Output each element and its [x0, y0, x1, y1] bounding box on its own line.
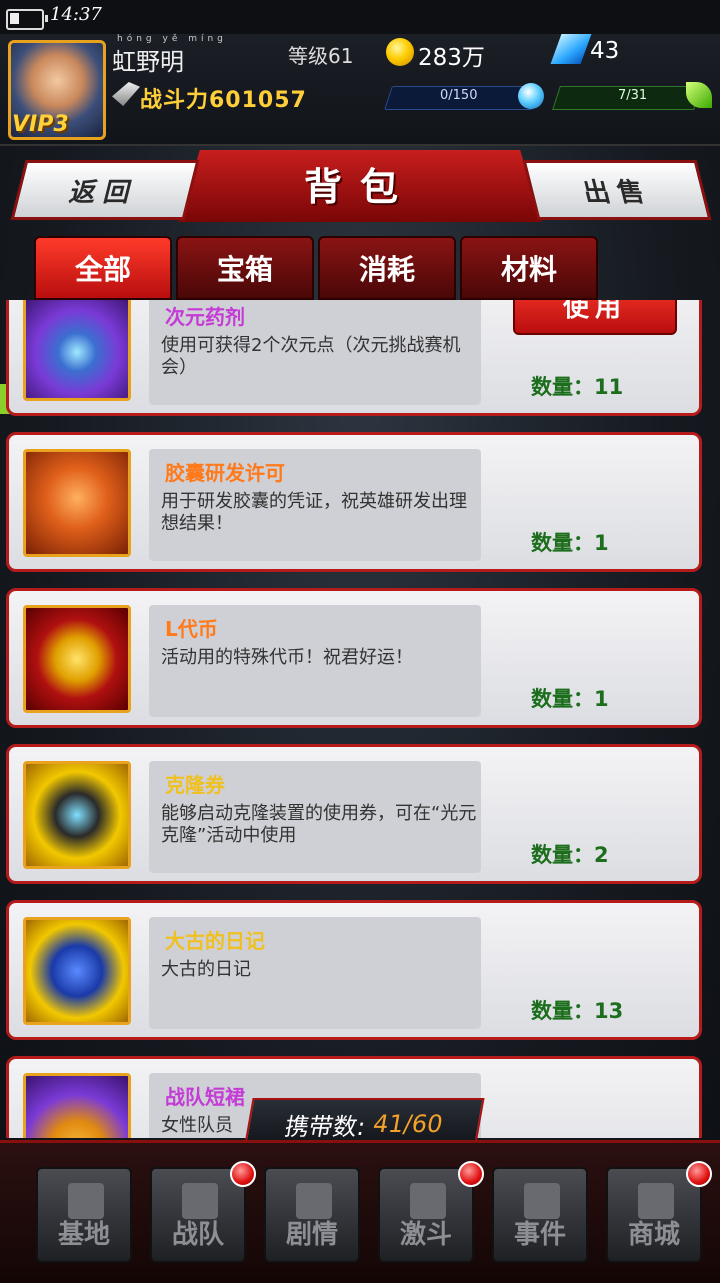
- page-header: 背包 返回 出售: [0, 146, 720, 230]
- item-name: L代币: [165, 617, 218, 641]
- carry-label: 携带数:: [282, 1112, 368, 1141]
- sell-label: 出售: [579, 177, 656, 208]
- tab-bar: 全部 宝箱 消耗 材料: [34, 236, 598, 300]
- sell-button[interactable]: 出售: [522, 160, 712, 220]
- clone-ticket-icon[interactable]: [23, 761, 131, 869]
- item-name: 胶囊研发许可: [165, 461, 285, 485]
- clock: 14:37: [50, 4, 102, 25]
- list-item: 大古的日记 大古的日记 数量：13: [6, 900, 702, 1040]
- nav-base[interactable]: 基地: [36, 1167, 132, 1263]
- nav-story[interactable]: 剧情: [264, 1167, 360, 1263]
- bottom-nav: 基地 战队 剧情 激斗 事件 商城: [0, 1140, 720, 1283]
- l-coin-icon[interactable]: [23, 605, 131, 713]
- item-qty: 数量：1: [531, 687, 609, 711]
- list-item: L代币 活动用的特殊代币！祝君好运！ 数量：1: [6, 588, 702, 728]
- potion-icon[interactable]: [23, 300, 131, 401]
- energy-orb-icon[interactable]: [518, 83, 544, 109]
- item-desc: 用于研发胶囊的凭证，祝英雄研发出理想结果！: [161, 491, 467, 534]
- diamond-value: 43: [590, 38, 620, 64]
- item-qty: 数量：11: [531, 375, 624, 399]
- use-button[interactable]: 使用: [513, 300, 677, 335]
- diary-book-icon[interactable]: [23, 917, 131, 1025]
- nav-label: 商城: [627, 1220, 680, 1250]
- gold-value: 283万: [418, 45, 485, 71]
- item-desc: 能够启动克隆装置的使用券，可在“光元克隆”活动中使用: [161, 803, 477, 846]
- card-icon[interactable]: [23, 449, 131, 557]
- tab-consumable[interactable]: 消耗: [318, 236, 456, 300]
- nav-label: 事件: [513, 1220, 566, 1250]
- back-button[interactable]: 返回: [10, 160, 200, 220]
- item-name: 克隆券: [165, 773, 225, 797]
- item-qty: 数量：13: [531, 999, 624, 1023]
- item-desc: 大古的日记: [161, 959, 251, 980]
- item-name: 战队短裙: [165, 1085, 245, 1109]
- list-item: 胶囊研发许可 用于研发胶囊的凭证，祝英雄研发出理想结果！ 数量：1: [6, 432, 702, 572]
- skirt-icon[interactable]: [23, 1073, 131, 1138]
- stamina-text: 7/31: [618, 88, 648, 103]
- nav-event[interactable]: 事件: [492, 1167, 588, 1263]
- item-name: 大古的日记: [165, 929, 265, 953]
- item-qty: 数量：1: [531, 531, 609, 555]
- list-item: 次元药剂 使用可获得2个次元点（次元挑战赛机会） 使用 数量：11: [6, 300, 702, 416]
- nav-label: 激斗: [399, 1220, 452, 1250]
- item-desc: 使用可获得2个次元点（次元挑战赛机会）: [161, 335, 461, 378]
- item-list[interactable]: 次元药剂 使用可获得2个次元点（次元挑战赛机会） 使用 数量：11 胶囊研发许可…: [0, 300, 720, 1138]
- nav-label: 剧情: [285, 1220, 338, 1250]
- exp-text: 0/150: [440, 88, 478, 103]
- player-name: 虹野明: [112, 48, 184, 76]
- notification-dot: [458, 1161, 484, 1187]
- player-level: 等级61: [288, 44, 354, 68]
- notification-dot: [230, 1161, 256, 1187]
- status-bar: 14:37: [0, 0, 720, 34]
- nav-label: 战队: [171, 1220, 224, 1250]
- list-item: 克隆券 能够启动克隆装置的使用券，可在“光元克隆”活动中使用 数量：2: [6, 744, 702, 884]
- gold-coin-icon: [386, 38, 414, 66]
- battery-icon: [6, 9, 48, 30]
- notification-dot: [686, 1161, 712, 1187]
- item-qty: 数量：2: [531, 843, 609, 867]
- tab-chest[interactable]: 宝箱: [176, 236, 314, 300]
- item-desc: 活动用的特殊代币！祝君好运！: [161, 647, 413, 668]
- carry-value: 41/60: [370, 1110, 445, 1138]
- item-name: 次元药剂: [165, 305, 245, 329]
- combat-power: 战斗力601057: [140, 88, 307, 113]
- back-label: 返回: [66, 177, 143, 208]
- tab-material[interactable]: 材料: [460, 236, 598, 300]
- vip-badge: VIP3: [12, 112, 69, 137]
- tab-all[interactable]: 全部: [34, 236, 172, 300]
- nav-label: 基地: [57, 1220, 110, 1250]
